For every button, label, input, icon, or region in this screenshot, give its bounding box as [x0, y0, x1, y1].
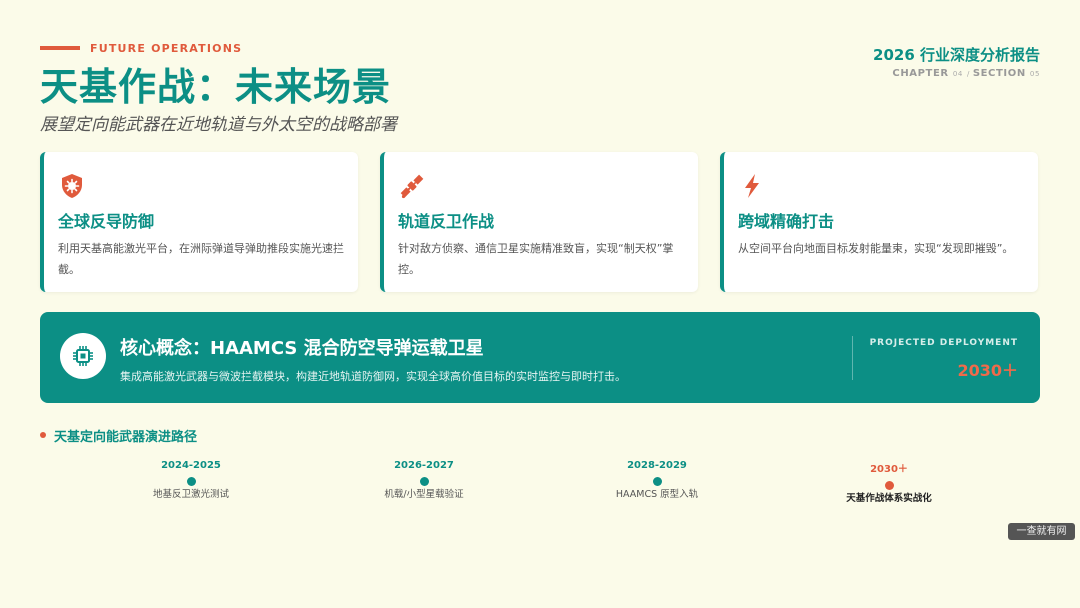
card-description: 从空间平台向地面目标发射能量束，实现“发现即摧毁”。	[738, 242, 1014, 255]
chapter-section-label: CHAPTER 04 / SECTION 05	[892, 68, 1040, 79]
timeline-item-final: 2030＋ 天基作战体系实战化	[824, 460, 954, 505]
banner-description: 集成高能激光武器与微波拦截模块，构建近地轨道防御网，实现全球高价值目标的实时监控…	[120, 370, 626, 383]
timeline-year: 2028-2029	[627, 460, 687, 471]
card-title: 轨道反卫作战	[398, 212, 495, 231]
timeline-label: 天基作战体系实战化	[846, 493, 932, 504]
page-subtitle: 展望定向能武器在近地轨道与外太空的战略部署	[40, 115, 397, 135]
card-cross-domain-strike: 跨域精确打击 从空间平台向地面目标发射能量束，实现“发现即摧毁”。	[720, 152, 1038, 292]
timeline-label: HAAMCS 原型入轨	[615, 489, 699, 500]
satellite-icon	[400, 174, 424, 199]
timeline-year: 2024-2025	[161, 460, 221, 471]
lightning-icon	[745, 174, 759, 198]
card-title: 全球反导防御	[58, 212, 155, 231]
projected-deployment-label: PROJECTED DEPLOYMENT	[869, 338, 1018, 348]
banner-divider	[852, 336, 853, 380]
timeline-bullet	[40, 432, 46, 438]
accent-line	[40, 46, 80, 50]
shield-virus-icon	[62, 174, 82, 198]
timeline-title: 天基定向能武器演进路径	[54, 430, 198, 445]
section-number: 05	[1029, 70, 1040, 78]
timeline-year: 2030＋	[870, 464, 908, 475]
timeline-dot	[186, 477, 196, 486]
chapter-label: CHAPTER	[892, 68, 949, 79]
chip-icon-badge	[60, 333, 106, 379]
timeline-dot	[652, 477, 662, 486]
chapter-number: 04	[952, 70, 963, 78]
core-concept-banner: 核心概念：HAAMCS 混合防空导弹运载卫星 集成高能激光武器与微波拦截模块，构…	[40, 312, 1040, 403]
microchip-icon	[73, 346, 93, 366]
eyebrow-label: FUTURE OPERATIONS	[90, 42, 243, 55]
page-title: 天基作战：未来场景	[40, 65, 392, 109]
watermark-badge: 一查就有网	[1008, 523, 1075, 540]
timeline-label: 地基反卫激光测试	[152, 489, 229, 500]
timeline-dot	[419, 477, 429, 486]
card-description: 针对敌方侦察、通信卫星实施精准致盲，实现“制天权”掌控。	[398, 242, 674, 276]
projected-deployment-year: 2030＋	[957, 361, 1018, 380]
card-title: 跨域精确打击	[738, 212, 835, 231]
timeline-label: 机载/小型星载验证	[384, 489, 464, 500]
section-label: SECTION	[972, 68, 1026, 79]
timeline-item: 2026-2027 机载/小型星载验证	[359, 460, 489, 501]
banner-title: 核心概念：HAAMCS 混合防空导弹运载卫星	[120, 338, 484, 359]
card-global-missile-defense: 全球反导防御 利用天基高能激光平台，在洲际弹道导弹助推段实施光速拦截。	[40, 152, 358, 292]
report-title: 2026 行业深度分析报告	[873, 46, 1040, 64]
timeline-item: 2024-2025 地基反卫激光测试	[126, 460, 256, 501]
card-orbital-antisatellite: 轨道反卫作战 针对敌方侦察、通信卫星实施精准致盲，实现“制天权”掌控。	[380, 152, 698, 292]
timeline-item: 2028-2029 HAAMCS 原型入轨	[592, 460, 722, 501]
timeline-year: 2026-2027	[394, 460, 454, 471]
card-description: 利用天基高能激光平台，在洲际弹道导弹助推段实施光速拦截。	[58, 242, 344, 276]
timeline-dot	[884, 481, 894, 490]
